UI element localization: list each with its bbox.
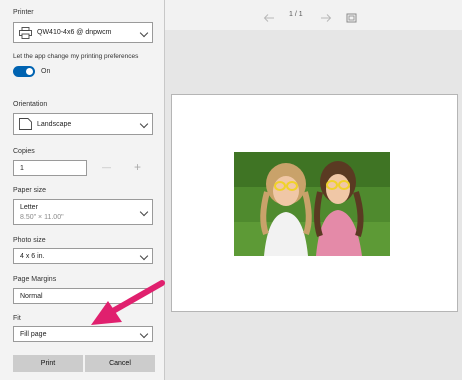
increment-button[interactable]: + — [134, 160, 141, 174]
copies-label: Copies — [13, 148, 35, 155]
paper-size-dimensions: 8.50" × 11.00" — [20, 214, 64, 221]
photo-size-label: Photo size — [13, 237, 46, 244]
decrement-button[interactable]: — — [102, 162, 111, 172]
fit-value: Fill page — [20, 331, 47, 338]
toggle-state-text: On — [41, 68, 51, 75]
photo-size-dropdown[interactable]: 4 x 6 in. — [13, 248, 153, 264]
app-pref-label: Let the app change my printing preferenc… — [13, 53, 139, 60]
chevron-down-icon — [139, 251, 149, 261]
fit-dropdown[interactable]: Fill page — [13, 326, 153, 342]
page-margins-label: Page Margins — [13, 276, 57, 283]
print-settings-panel: Printer QW410-4x6 @ dnpwcm Let the app c… — [0, 0, 165, 380]
chevron-down-icon — [139, 207, 149, 217]
paper-size-label: Paper size — [13, 187, 47, 194]
chevron-down-icon — [139, 119, 149, 129]
printer-icon — [19, 27, 32, 41]
photo-size-value: 4 x 6 in. — [20, 253, 45, 260]
copies-value: 1 — [20, 165, 24, 172]
arrow-right-icon[interactable] — [320, 10, 332, 28]
fit-view-icon[interactable] — [346, 10, 357, 28]
printer-dropdown[interactable]: QW410-4x6 @ dnpwcm — [13, 22, 153, 43]
toggle-knob — [26, 68, 33, 75]
preview-page — [171, 94, 458, 312]
copies-input[interactable]: 1 — [13, 160, 87, 176]
page-margins-value: Normal — [20, 293, 43, 300]
arrow-left-icon[interactable] — [263, 10, 275, 28]
orientation-label: Orientation — [13, 101, 48, 108]
app-pref-toggle[interactable] — [13, 66, 35, 77]
preview-toolbar: 1 / 1 — [165, 0, 462, 30]
orientation-value: Landscape — [37, 121, 72, 128]
page-margins-dropdown[interactable]: Normal — [13, 288, 153, 304]
orientation-dropdown[interactable]: Landscape — [13, 113, 153, 135]
print-button[interactable]: Print — [13, 355, 83, 372]
chevron-down-icon — [139, 329, 149, 339]
print-preview-pane: 1 / 1 — [165, 0, 462, 380]
photo-preview-image — [234, 152, 390, 256]
page-icon — [19, 118, 32, 132]
printer-label: Printer — [13, 9, 34, 16]
fit-label: Fit — [13, 315, 21, 322]
cancel-button[interactable]: Cancel — [85, 355, 155, 372]
printer-value: QW410-4x6 @ dnpwcm — [37, 29, 112, 36]
paper-size-value: Letter — [20, 204, 38, 211]
page-indicator: 1 / 1 — [289, 11, 303, 18]
paper-size-dropdown[interactable]: Letter 8.50" × 11.00" — [13, 199, 153, 225]
chevron-down-icon — [139, 28, 149, 38]
